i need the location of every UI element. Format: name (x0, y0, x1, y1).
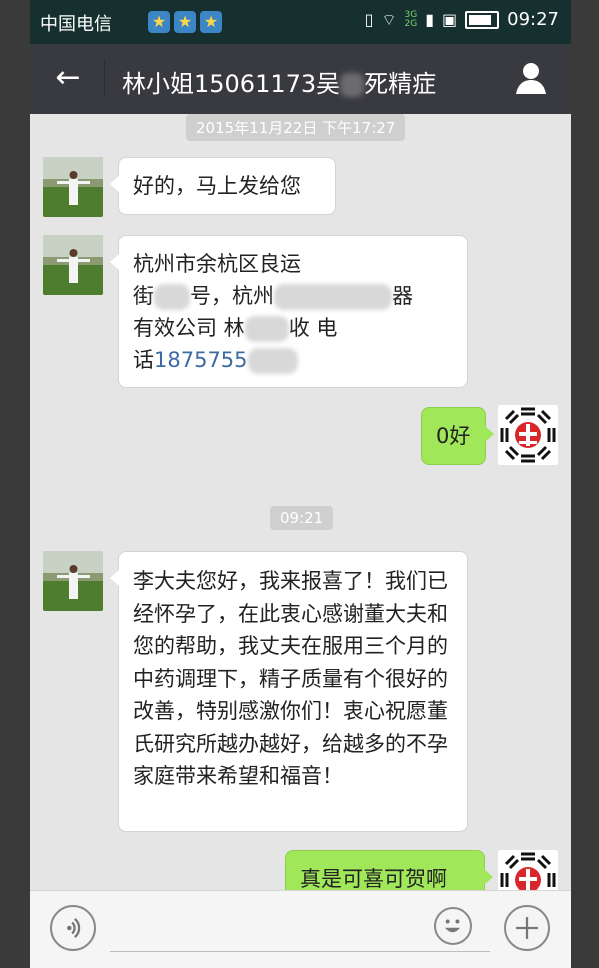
star-icon: ★ (200, 11, 222, 33)
carrier-label: 中国电信 (40, 14, 112, 35)
message-bubble-received[interactable]: 李大夫您好，我来报喜了！我们已经怀孕了，在此衷心感谢董大夫和您的帮助，我丈夫在服… (110, 551, 468, 832)
redaction-blur (274, 284, 392, 310)
emoji-icon[interactable] (434, 907, 472, 945)
network-label: 3G 2G (404, 9, 418, 29)
message-text: 李大夫您好，我来报喜了！我们已经怀孕了，在此衷心感谢董大夫和您的帮助，我丈夫在服… (133, 569, 448, 788)
message-text: 话1875755 (133, 344, 453, 376)
person-icon[interactable] (513, 60, 549, 96)
message-text: 好的，马上发给您 (133, 174, 301, 198)
clock: 09:27 (507, 9, 559, 30)
chat-title: 林小姐15061173吴 死精症 (122, 70, 437, 98)
plus-icon[interactable] (504, 905, 550, 951)
timestamp: 2015年11月22日 下午17:27 (186, 114, 406, 141)
message-bubble-received[interactable]: 好的，马上发给您 (110, 157, 336, 215)
timestamp: 09:21 (270, 506, 334, 530)
message-text: 杭州市余杭区良运 (133, 252, 301, 276)
message-bubble-sent[interactable]: 0好 (421, 407, 494, 465)
redaction-blur (247, 348, 298, 374)
signal-icon: ▮ (425, 10, 434, 29)
redaction-blur (340, 73, 365, 97)
battery-icon (465, 10, 500, 29)
phone-number-link[interactable]: 1875755 (154, 348, 248, 372)
vibrate-icon: ▯ (364, 10, 374, 29)
redaction-blur (154, 284, 190, 310)
sim-icon: ▣ (442, 10, 458, 29)
message-text: 0好 (436, 424, 471, 448)
avatar[interactable] (498, 405, 558, 465)
avatar[interactable] (43, 551, 103, 611)
status-bar: 中国电信 ★ ★ ★ ▯ ⌔ 3G 2G ▮ ▣ 09:27 (30, 0, 571, 44)
message-bubble-received[interactable]: 杭州市余杭区良运 街号，杭州器 有效公司 林收 电 话1875755 (110, 235, 468, 388)
message-text: 有效公司 林收 电 (133, 316, 338, 342)
input-bar (30, 890, 571, 968)
phone-screen: 中国电信 ★ ★ ★ ▯ ⌔ 3G 2G ▮ ▣ 09:27 ← 林小姐1506… (30, 0, 571, 968)
back-arrow-icon[interactable]: ← (50, 61, 86, 97)
star-icon: ★ (174, 11, 196, 33)
message-text: 真是可喜可贺啊 (300, 867, 447, 891)
voice-icon[interactable] (50, 905, 96, 951)
message-list[interactable]: 2015年11月22日 下午17:27 好的，马上发给您 杭州市余杭区良运 街号… (30, 114, 571, 910)
message-text: 街号，杭州器 (133, 284, 413, 310)
star-icon: ★ (148, 11, 170, 33)
avatar[interactable] (43, 235, 103, 295)
message-input[interactable] (110, 951, 490, 952)
avatar[interactable] (43, 157, 103, 217)
notification-icons: ★ ★ ★ (148, 11, 222, 33)
chat-header: ← 林小姐15061173吴 死精症 (30, 44, 571, 114)
redaction-blur (244, 316, 289, 342)
status-right: ▯ ⌔ 3G 2G ▮ ▣ 09:27 (365, 9, 559, 30)
wifi-icon: ⌔ (381, 9, 397, 29)
header-divider (104, 61, 105, 97)
